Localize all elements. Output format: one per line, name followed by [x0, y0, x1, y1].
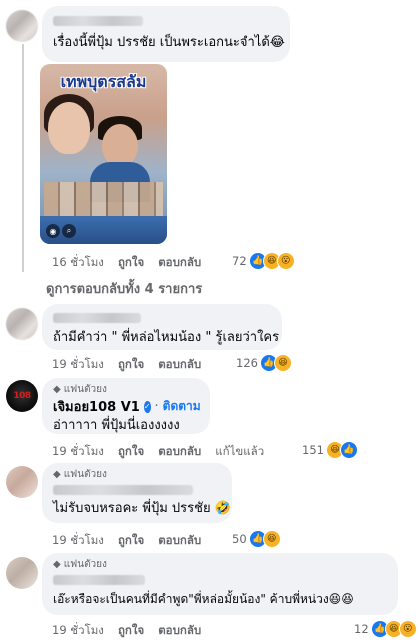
diamond-icon: ◆ [53, 468, 61, 480]
commenter-name[interactable]: เจิมอย108 V1 ✓ · ติดตาม [53, 396, 201, 417]
wow-icon: 😮 [276, 252, 295, 270]
comment-text: ไม่รับจบหรอคะ พี่ปุ้ม ปรรชัย 🤣 [53, 501, 231, 516]
comment-actions: 19 ชั่วโมง ถูกใจ ตอบกลับ [52, 622, 215, 640]
comment-bubble: ◆ แฟนตัวยง เอ๊ะหรือจะเป็นคนที่มีคำพูด"พี… [42, 553, 398, 615]
commenter-name-blurred[interactable] [53, 575, 145, 585]
reply-button[interactable]: ตอบกลับ [158, 622, 201, 640]
reaction-count: 12 [354, 622, 369, 636]
like-button[interactable]: ถูกใจ [118, 443, 144, 461]
comment-actions: 19 ชั่วโมง ถูกใจ ตอบกลับ [52, 356, 215, 374]
wow-icon: 😮 [398, 620, 417, 638]
attached-poster-image[interactable]: เทพบุตรสลัม ◉ ⌕ [40, 64, 167, 244]
timestamp[interactable]: 16 ชั่วโมง [52, 254, 104, 272]
avatar[interactable]: 108 [6, 380, 38, 412]
commenter-name-blurred[interactable] [53, 485, 193, 495]
comment-text: เอ๊ะหรือจะเป็นคนที่มีคำพูด"พี่หล่อมั้ยน้… [53, 592, 354, 606]
avatar[interactable] [6, 10, 38, 42]
timestamp[interactable]: 19 ชั่วโมง [52, 622, 104, 640]
haha-icon: 😆 [273, 354, 292, 372]
haha-icon: 😆 [262, 530, 281, 548]
reaction-summary[interactable]: 126 👍 😆 [236, 354, 292, 372]
timestamp[interactable]: 19 ชั่วโมง [52, 532, 104, 550]
follow-button[interactable]: ติดตาม [163, 397, 201, 416]
reaction-summary[interactable]: 151 😆 👍 [302, 441, 358, 459]
like-button[interactable]: ถูกใจ [118, 622, 144, 640]
diamond-icon: ◆ [53, 383, 61, 395]
reaction-summary[interactable]: 50 👍 😆 [232, 530, 281, 548]
comment-bubble: เรื่องนี้พี่ปุ้ม ปรรชัย เป็นพระเอกนะจำได… [42, 6, 290, 62]
badge-label: แฟนตัวยง [63, 558, 107, 570]
comment-bubble: ถ้ามีคำว่า " พี่หล่อไหมน้อง " รู้เลยว่าใ… [42, 304, 282, 350]
reaction-count: 126 [236, 356, 258, 370]
reaction-summary[interactable]: 12 👍 😆 😮 [354, 620, 417, 638]
commenter-name-blurred[interactable] [53, 16, 143, 26]
top-fan-badge: ◆ แฟนตัวยง [53, 382, 199, 396]
reaction-count: 151 [302, 443, 324, 457]
poster-title: เทพบุตรสลัม [60, 72, 147, 91]
timestamp[interactable]: 19 ชั่วโมง [52, 443, 104, 461]
comment-text: ถ้ามีคำว่า " พี่หล่อไหมน้อง " รู้เลยว่าใ… [53, 330, 280, 345]
badge-label: แฟนตัวยง [63, 468, 107, 480]
avatar[interactable] [6, 308, 38, 340]
reply-button[interactable]: ตอบกลับ [158, 443, 201, 461]
like-button[interactable]: ถูกใจ [118, 356, 144, 374]
comment-bubble: ◆ แฟนตัวยง เจิมอย108 V1 ✓ · ติดตาม อ่าาา… [42, 378, 210, 434]
thread-line [22, 44, 24, 272]
timestamp[interactable]: 19 ชั่วโมง [52, 356, 104, 374]
like-button[interactable]: ถูกใจ [118, 254, 144, 272]
top-fan-badge: ◆ แฟนตัวยง [53, 467, 221, 481]
reaction-count: 50 [232, 532, 247, 546]
like-icon: 👍 [339, 441, 358, 459]
poster-figure [48, 102, 90, 154]
badge-label: แฟนตัวยง [63, 383, 107, 395]
comment-actions: 19 ชั่วโมง ถูกใจ ตอบกลับ แก้ไขแล้ว [52, 443, 278, 461]
comment-text: อ่าาาาา พี่ปุ้มนี่เองงงงง [53, 418, 180, 433]
gif-icon[interactable]: ◉ [46, 224, 60, 238]
reaction-count: 72 [232, 254, 247, 268]
search-icon[interactable]: ⌕ [62, 224, 76, 238]
diamond-icon: ◆ [53, 558, 61, 570]
comment-actions: 16 ชั่วโมง ถูกใจ ตอบกลับ [52, 254, 215, 272]
comment-actions: 19 ชั่วโมง ถูกใจ ตอบกลับ [52, 532, 215, 550]
verified-icon: ✓ [143, 400, 151, 413]
reply-button[interactable]: ตอบกลับ [158, 532, 201, 550]
view-replies-link[interactable]: ดูการตอบกลับทั้ง 4 รายการ [46, 278, 202, 299]
comment-text: เรื่องนี้พี่ปุ้ม ปรรชัย เป็นพระเอกนะจำได… [53, 35, 285, 50]
avatar[interactable] [6, 557, 38, 589]
reply-button[interactable]: ตอบกลับ [158, 356, 201, 374]
poster-cast-grid [44, 182, 163, 216]
edited-label: แก้ไขแล้ว [215, 444, 265, 458]
commenter-name-blurred[interactable] [53, 313, 141, 323]
top-fan-badge: ◆ แฟนตัวยง [53, 557, 387, 571]
commenter-name-text[interactable]: เจิมอย108 V1 [53, 396, 140, 417]
separator: · [154, 399, 159, 414]
like-button[interactable]: ถูกใจ [118, 532, 144, 550]
reaction-summary[interactable]: 72 👍 😆 😮 [232, 252, 295, 270]
reply-button[interactable]: ตอบกลับ [158, 254, 201, 272]
avatar[interactable] [6, 466, 38, 498]
comment-bubble: ◆ แฟนตัวยง ไม่รับจบหรอคะ พี่ปุ้ม ปรรชัย … [42, 463, 232, 523]
